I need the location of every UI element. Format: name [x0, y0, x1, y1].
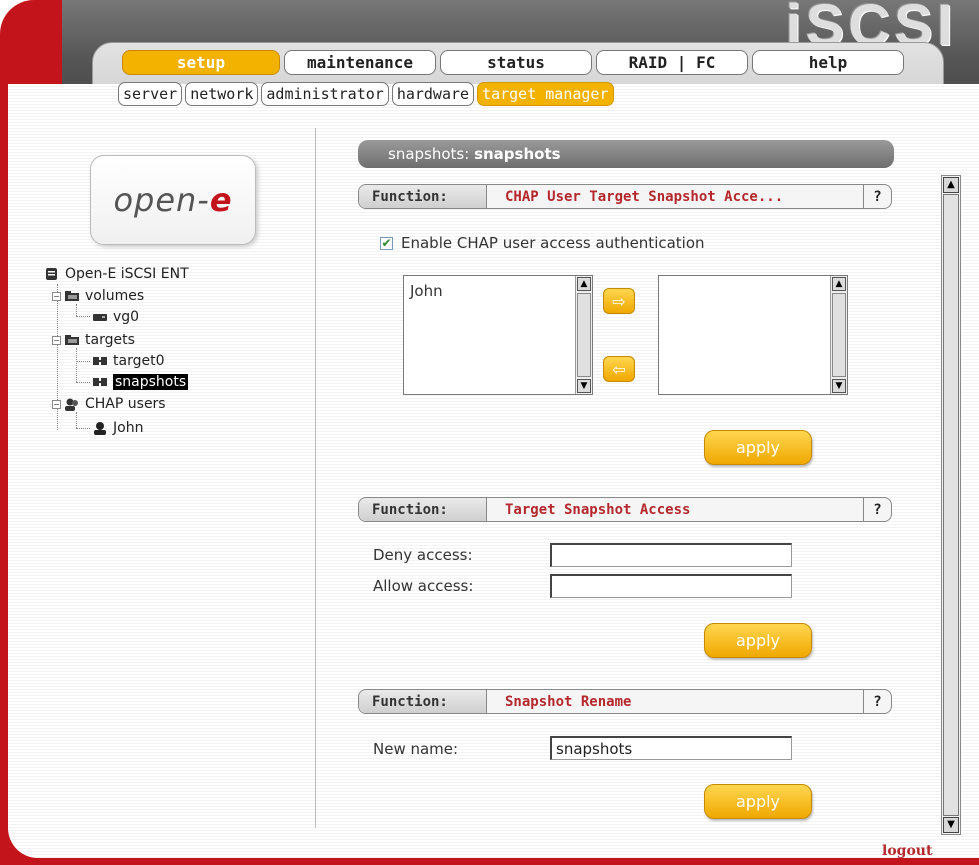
assigned-users-list[interactable]: ▲ ▼	[658, 275, 848, 395]
users-icon	[64, 397, 80, 411]
scrollbar[interactable]: ▲ ▼	[830, 276, 847, 394]
target-icon	[92, 375, 108, 389]
user-icon	[92, 421, 108, 435]
list-item[interactable]: John	[410, 282, 443, 300]
page-scrollbar[interactable]: ▲ ▼	[941, 175, 961, 835]
scroll-up-icon[interactable]: ▲	[577, 277, 591, 291]
apply-access-button[interactable]: apply	[704, 623, 812, 658]
deny-access-input[interactable]	[550, 543, 792, 567]
server-icon	[44, 267, 60, 281]
chap-enable-row[interactable]: ✔ Enable CHAP user access authentication	[380, 234, 705, 252]
target-icon	[92, 354, 108, 368]
tab-status[interactable]: status	[440, 50, 592, 75]
volume-icon	[92, 310, 108, 324]
function-label: Function:	[359, 690, 487, 713]
page-title: snapshots: snapshots	[358, 140, 894, 168]
tree-snapshots[interactable]: snapshots	[92, 372, 189, 392]
folder-icon	[64, 333, 80, 347]
tab-setup[interactable]: setup	[122, 50, 280, 75]
sub-tabs: server network administrator hardware ta…	[118, 82, 614, 106]
allow-access-input[interactable]	[550, 574, 792, 598]
scroll-down-icon[interactable]: ▼	[577, 379, 591, 393]
function-bar-chap: Function: CHAP User Target Snapshot Acce…	[358, 184, 892, 209]
new-name-input[interactable]	[550, 736, 792, 760]
tab-raid-fc[interactable]: RAID | FC	[596, 50, 748, 75]
subtab-target-manager[interactable]: target manager	[477, 82, 614, 106]
tree-vg0[interactable]: vg0	[92, 307, 139, 327]
function-title: Target Snapshot Access	[505, 501, 691, 518]
scroll-thumb[interactable]	[832, 293, 846, 377]
tab-maintenance[interactable]: maintenance	[284, 50, 436, 75]
function-label: Function:	[359, 498, 487, 521]
checkbox-checked-icon[interactable]: ✔	[380, 236, 393, 250]
logout-link[interactable]: logout	[882, 843, 932, 859]
tab-help[interactable]: help	[752, 50, 904, 75]
scroll-up-icon[interactable]: ▲	[943, 177, 959, 193]
tree-john[interactable]: John	[92, 418, 143, 438]
function-label: Function:	[359, 185, 487, 208]
scroll-thumb[interactable]	[577, 293, 591, 377]
help-button[interactable]: ?	[863, 185, 891, 208]
tree-target0[interactable]: target0	[92, 351, 164, 371]
function-bar-access: Function: Target Snapshot Access ?	[358, 497, 892, 522]
subtab-hardware[interactable]: hardware	[391, 82, 475, 106]
help-button[interactable]: ?	[863, 498, 891, 521]
subtab-administrator[interactable]: administrator	[261, 82, 389, 106]
scroll-up-icon[interactable]: ▲	[832, 277, 846, 291]
logo-text: open-e	[113, 181, 233, 219]
remove-user-arrow-button[interactable]: ⇦	[603, 356, 635, 382]
help-button[interactable]: ?	[863, 690, 891, 713]
subtab-server[interactable]: server	[118, 82, 183, 106]
collapse-icon[interactable]: −	[52, 399, 61, 409]
scroll-thumb[interactable]	[943, 194, 959, 816]
scrollbar[interactable]: ▲ ▼	[575, 276, 592, 394]
collapse-icon[interactable]: −	[52, 291, 61, 301]
available-users-list[interactable]: John ▲ ▼	[403, 275, 593, 395]
logo: open-e	[90, 155, 256, 245]
collapse-icon[interactable]: −	[52, 335, 61, 345]
scroll-down-icon[interactable]: ▼	[832, 379, 846, 393]
tree-volumes[interactable]: − volumes	[52, 286, 144, 306]
function-title: Snapshot Rename	[505, 693, 632, 710]
subtab-network[interactable]: network	[185, 82, 259, 106]
deny-access-label: Deny access:	[373, 546, 473, 564]
allow-access-label: Allow access:	[373, 577, 474, 595]
apply-chap-button[interactable]: apply	[704, 430, 812, 465]
scroll-down-icon[interactable]: ▼	[943, 817, 959, 833]
tree-chap-users[interactable]: − CHAP users	[52, 394, 166, 414]
add-user-arrow-button[interactable]: ⇨	[603, 288, 635, 314]
folder-icon	[64, 289, 80, 303]
new-name-label: New name:	[373, 740, 459, 758]
column-divider	[315, 128, 316, 828]
function-bar-rename: Function: Snapshot Rename ?	[358, 689, 892, 714]
apply-rename-button[interactable]: apply	[704, 784, 812, 819]
main-tabs: setup maintenance status RAID | FC help	[122, 50, 904, 75]
tree-root[interactable]: Open-E iSCSI ENT	[44, 264, 189, 284]
tree-targets[interactable]: − targets	[52, 330, 135, 350]
function-title: CHAP User Target Snapshot Acce...	[505, 188, 784, 205]
